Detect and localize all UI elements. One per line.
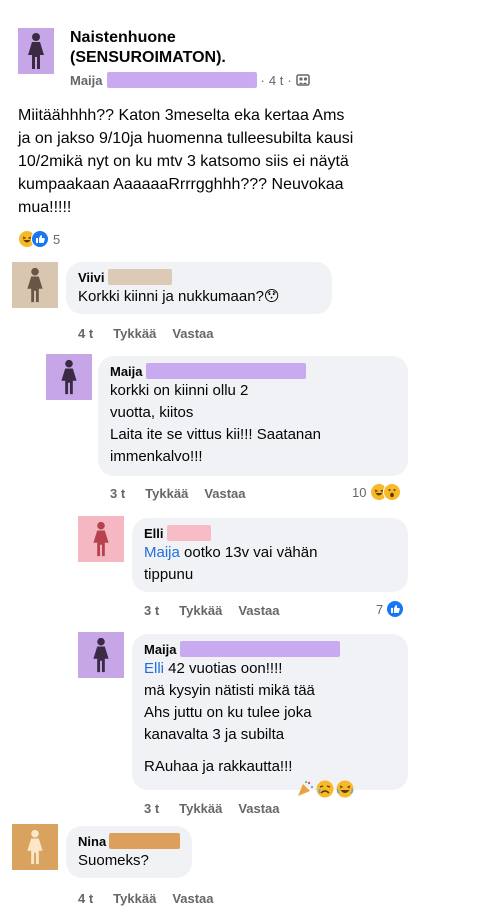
post-meta: Maija · 4 t · (70, 72, 310, 88)
comment-text: Korkki kiinni ja nukkumaan?😯 (78, 288, 280, 305)
like-button[interactable]: Tykkää (113, 891, 156, 906)
mention-link[interactable]: Elli (144, 660, 164, 677)
dot-separator: · (287, 72, 292, 88)
reaction-count: 7 (376, 601, 384, 617)
comment-time[interactable]: 4 t (78, 891, 93, 906)
reply-author: Maija (144, 640, 396, 658)
woman-silhouette-icon (27, 267, 43, 303)
comment-author-name[interactable]: Nina (78, 834, 106, 849)
reply-text: Maija ootko 13v vai vähän tippunu (144, 544, 318, 583)
mention-link[interactable]: Maija (144, 544, 180, 561)
tears-of-joy-icon (336, 758, 354, 798)
reply-button[interactable]: Vastaa (204, 486, 245, 501)
reply-avatar[interactable] (46, 354, 92, 400)
reply-button[interactable]: Vastaa (172, 326, 213, 341)
comment-text: Suomeks? (78, 852, 149, 869)
reply-bubble: Maija Elli 42 vuotias oon!!!! mä kysyin … (132, 634, 408, 798)
comment-actions: 4 t Tykkää Vastaa (78, 890, 230, 906)
reply-button[interactable]: Vastaa (238, 801, 279, 816)
post-author-avatar[interactable] (18, 28, 54, 74)
comment-time[interactable]: 4 t (78, 326, 93, 341)
woman-silhouette-icon (61, 359, 77, 395)
reply-time[interactable]: 3 t (144, 603, 159, 618)
wow-reaction-icon (383, 483, 402, 501)
reply-reactions[interactable]: 7 (376, 600, 405, 618)
reply-text: korkki on kiinni ollu 2 vuotta, kiitos L… (110, 382, 321, 465)
reply-reactions[interactable]: 10 (352, 483, 402, 501)
comment-avatar[interactable] (12, 262, 58, 308)
like-reaction-icon (386, 600, 405, 618)
reply-avatar[interactable] (78, 516, 124, 562)
reply-author-name[interactable]: Elli (144, 526, 164, 541)
like-button[interactable]: Tykkää (179, 801, 222, 816)
reply-bubble: Elli Maija ootko 13v vai vähän tippunu (132, 518, 408, 592)
comment-bubble: Viivi Korkki kiinni ja nukkumaan?😯 (66, 262, 332, 314)
woman-silhouette-icon (93, 637, 109, 673)
comment-author-name[interactable]: Viivi (78, 270, 105, 285)
comment-actions: 4 t Tykkää Vastaa (78, 325, 230, 341)
comment-bubble: Nina Suomeks? (66, 826, 192, 878)
post-body-text: Miitäähhhh?? Katon 3meselta eka kertaa A… (18, 107, 354, 216)
reply-time[interactable]: 3 t (144, 801, 159, 816)
group-privacy-icon (295, 74, 310, 86)
reply-actions: 3 t Tykkää Vastaa (144, 602, 296, 618)
like-button[interactable]: Tykkää (179, 603, 222, 618)
sad-face-icon (316, 758, 334, 798)
reply-author: Maija (110, 362, 396, 380)
like-button[interactable]: Tykkää (145, 486, 188, 501)
reply-bubble: Maija korkki on kiinni ollu 2 vuotta, ki… (98, 356, 408, 476)
reply-actions: 3 t Tykkää Vastaa (144, 800, 296, 816)
woman-silhouette-icon (27, 829, 43, 865)
reply-button[interactable]: Vastaa (238, 603, 279, 618)
post-author-name[interactable]: Maija (70, 73, 103, 88)
reaction-count: 10 (352, 484, 367, 500)
reply-author-name[interactable]: Maija (144, 642, 177, 657)
group-name[interactable]: Naistenhuone (SENSUROIMATON). (70, 28, 226, 68)
redacted-name (109, 833, 180, 849)
dot-separator: · (260, 72, 265, 88)
redacted-name (106, 72, 257, 88)
reply-time[interactable]: 3 t (110, 486, 125, 501)
like-button[interactable]: Tykkää (113, 326, 156, 341)
comment-avatar[interactable] (12, 824, 58, 870)
reply-author: Elli (144, 524, 396, 542)
woman-silhouette-icon (28, 33, 44, 69)
comment-author: Nina (78, 832, 180, 850)
redacted-name (107, 269, 172, 285)
reply-avatar[interactable] (78, 632, 124, 678)
post-time[interactable]: 4 t (269, 73, 283, 88)
redacted-name (179, 641, 340, 657)
redacted-name (145, 363, 306, 379)
reply-author-name[interactable]: Maija (110, 364, 143, 379)
party-popper-icon (296, 758, 314, 796)
comment-author: Viivi (78, 268, 320, 286)
post-reactions[interactable]: 5 (18, 230, 60, 248)
like-reaction-icon (31, 230, 49, 248)
reply-text-closing: RAuhaa ja rakkautta!!! (144, 756, 396, 798)
reply-button[interactable]: Vastaa (172, 891, 213, 906)
reply-text: Elli 42 vuotias oon!!!! mä kysyin nätist… (144, 660, 315, 743)
reaction-count: 5 (53, 231, 61, 247)
reply-actions: 3 t Tykkää Vastaa (110, 485, 262, 501)
woman-silhouette-icon (93, 521, 109, 557)
redacted-name (166, 525, 211, 541)
